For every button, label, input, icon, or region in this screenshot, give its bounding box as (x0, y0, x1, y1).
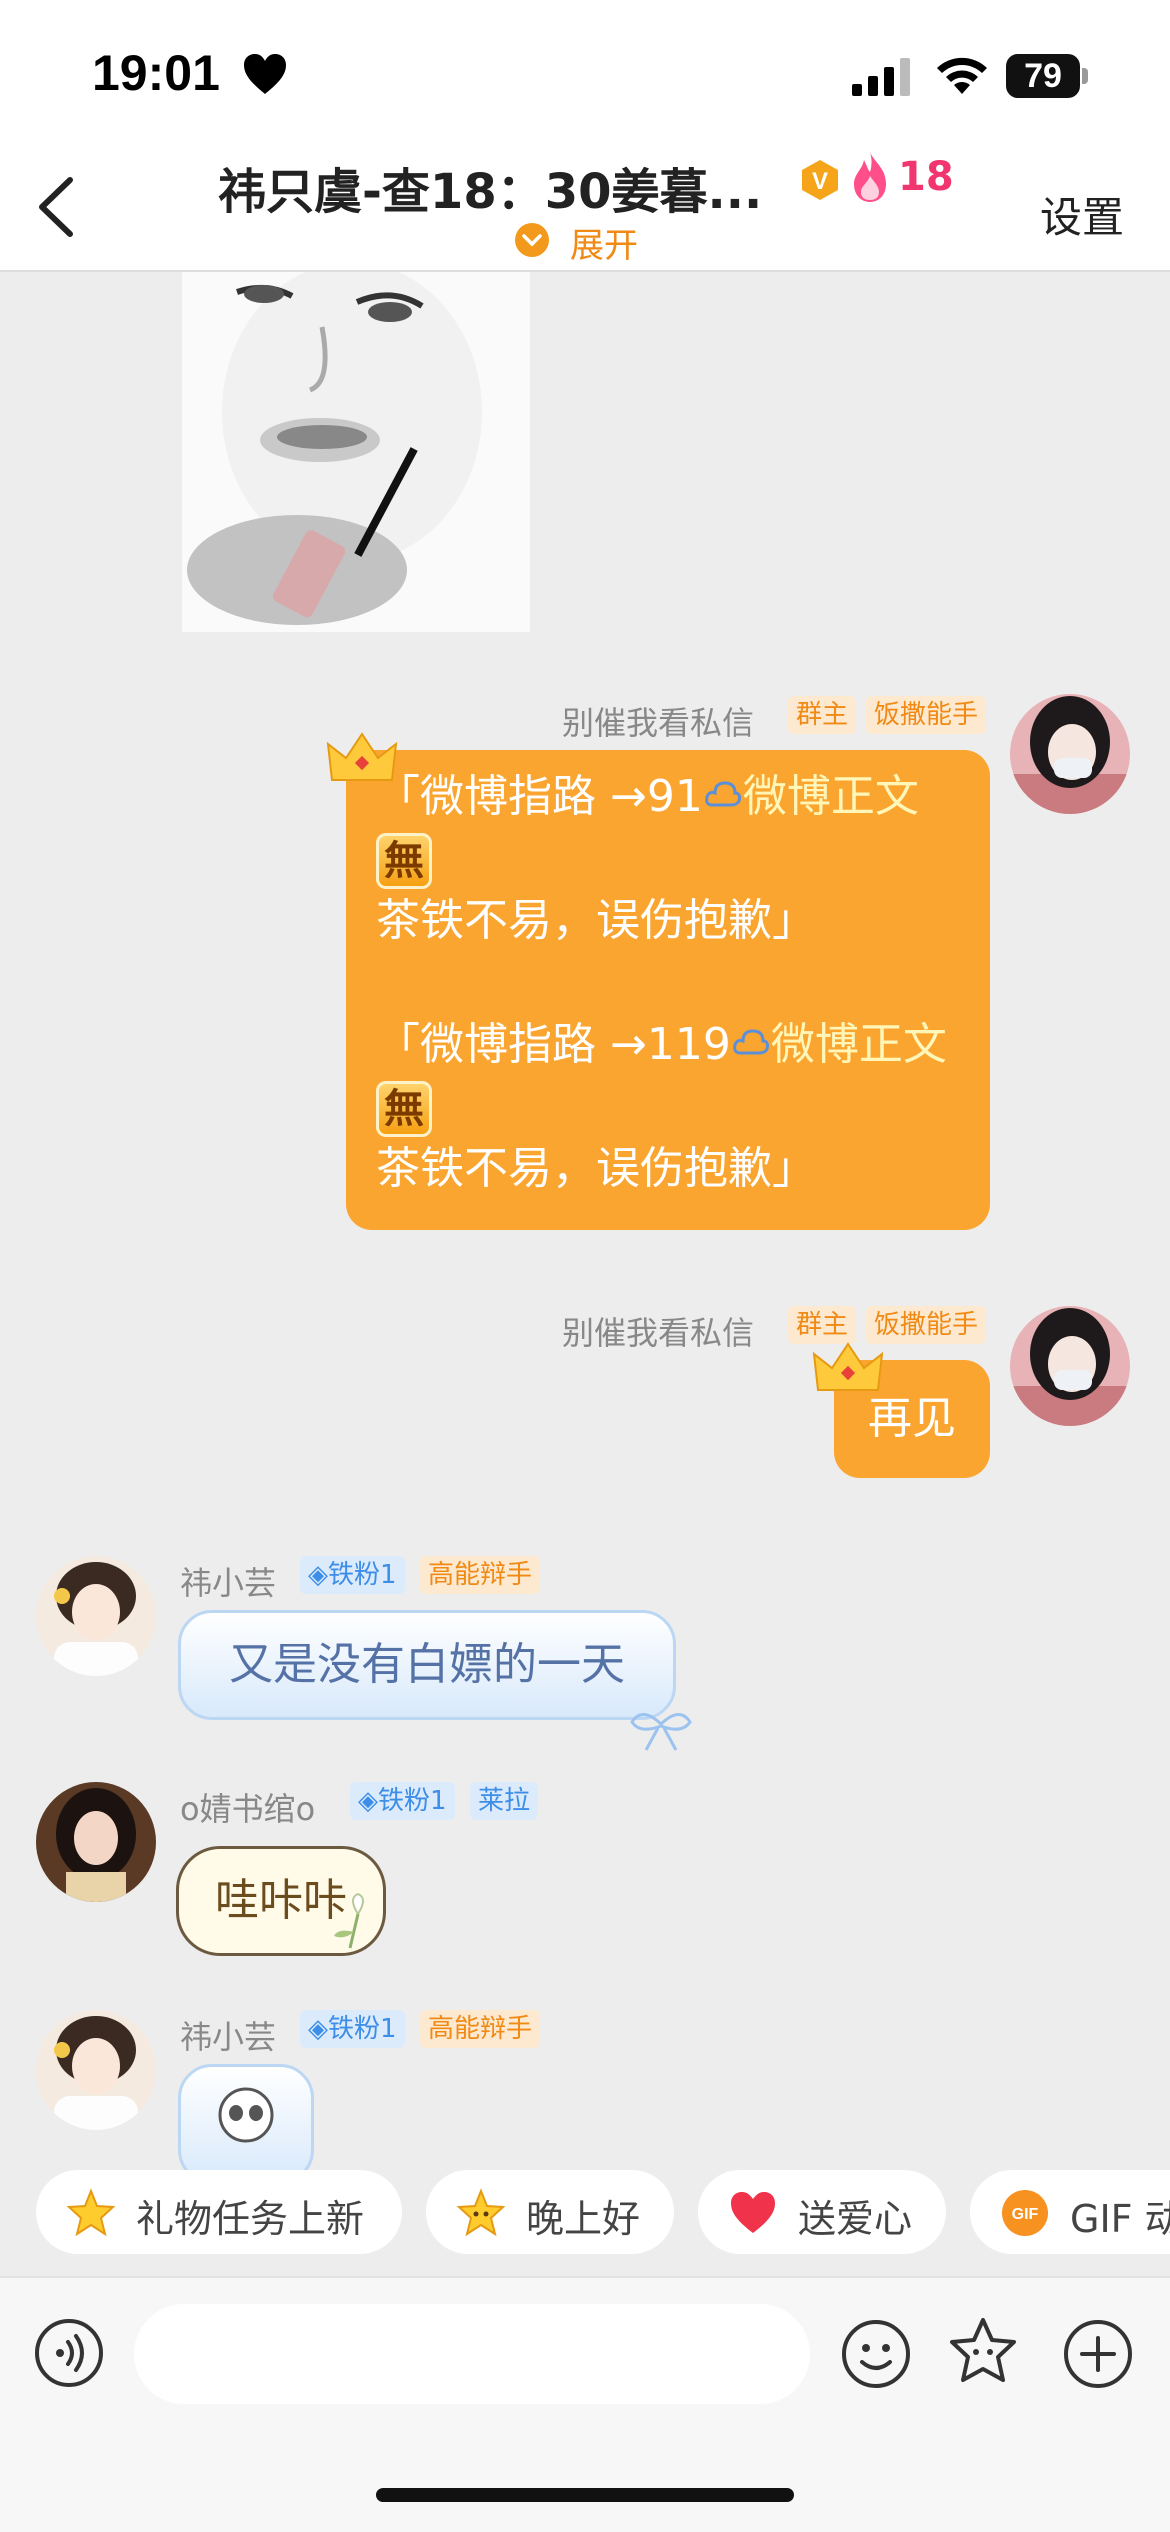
chip-label: 礼物任务上新 (136, 2197, 365, 2241)
group-title[interactable]: 祎只虞-查18：30姜暮... (218, 152, 798, 222)
sender-name: 祎小芸 (180, 2018, 277, 2056)
chat-header: 祎只虞-查18：30姜暮... V 18 展开 设置 (0, 150, 1170, 272)
message-line: 無 (376, 828, 990, 890)
gif-icon: GIF (1002, 2190, 1048, 2236)
quick-reply-bar: 礼物任务上新 晚上好 送爱心 GIF GIF 动 (0, 2150, 1170, 2280)
message-text: 又是没有白嫖的一天 (229, 1639, 625, 1690)
badge-tag: 莱拉 (470, 1782, 539, 1820)
battery-level: 79 (1024, 57, 1062, 95)
cloud-icon (704, 781, 741, 807)
weibo-link[interactable]: 微博正文 (771, 1019, 947, 1070)
wu-badge-icon: 無 (376, 833, 432, 889)
avatar[interactable] (1010, 694, 1130, 814)
avatar[interactable] (36, 1556, 156, 1676)
svg-text:V: V (812, 168, 828, 195)
voice-icon[interactable] (34, 2318, 104, 2388)
wu-badge-icon: 無 (376, 1081, 432, 1137)
heart-icon (244, 54, 286, 94)
message-line: 茶铁不易，误伤抱歉」 (376, 1143, 816, 1194)
back-icon[interactable] (28, 172, 88, 242)
sticker-image (218, 2087, 274, 2143)
weibo-link[interactable]: 微博正文 (743, 771, 919, 822)
fan-level-tag: ◈铁粉1 (350, 1782, 455, 1820)
meme-image (182, 272, 530, 632)
owner-tag: 群主 (788, 1306, 857, 1344)
wifi-icon (937, 57, 987, 94)
star-icon (66, 2188, 116, 2237)
message-text: 再见 (868, 1393, 956, 1444)
crown-icon (812, 1342, 884, 1391)
plus-icon[interactable] (1062, 2318, 1134, 2390)
cloud-icon (732, 1029, 769, 1055)
quick-reply-good-evening[interactable]: 晚上好 (426, 2170, 674, 2254)
battery-icon: 79 (1006, 54, 1088, 98)
chip-label: GIF 动 (1070, 2197, 1170, 2241)
fan-level-tag: ◈铁粉1 (300, 1556, 405, 1594)
quick-reply-send-heart[interactable]: 送爱心 (698, 2170, 946, 2254)
chat-messages[interactable]: 别催我看私信 群主 饭撒能手 「微博指路 →91 微博正文 無 茶铁不易，误伤抱歉… (0, 272, 1170, 2412)
avatar[interactable] (36, 2010, 156, 2130)
owner-tag: 群主 (788, 696, 857, 734)
diamond-icon: ◈ (308, 2014, 328, 2044)
message-bubble[interactable]: 又是没有白嫖的一天 (178, 1610, 676, 1720)
badge-tag: 高能辩手 (420, 1556, 541, 1594)
sender-name: 祎小芸 (180, 1564, 277, 1602)
svg-text:GIF: GIF (1012, 2206, 1039, 2223)
message-input[interactable] (134, 2304, 810, 2404)
status-bar: 19:01 79 (0, 0, 1170, 150)
avatar[interactable] (36, 1782, 156, 1902)
image-message[interactable] (182, 272, 530, 632)
chip-label: 送爱心 (798, 2197, 913, 2241)
bow-icon (630, 1713, 692, 1751)
chip-label: 晚上好 (526, 2197, 641, 2241)
fire-icon (854, 152, 886, 202)
badge-tag: 饭撒能手 (866, 1306, 987, 1344)
sender-name: 别催我看私信 (562, 704, 755, 742)
badge-tag: 饭撒能手 (866, 696, 987, 734)
signal-icon (852, 58, 910, 96)
message-line: 「微博指路 →119 微博正文 (376, 1019, 947, 1070)
sender-name: o婧书绾o (180, 1790, 316, 1828)
message-line: 無 (376, 1076, 990, 1138)
home-indicator[interactable] (376, 2488, 794, 2502)
verified-v-icon: V (802, 160, 838, 200)
emoji-icon[interactable] (840, 2318, 912, 2390)
message-bubble[interactable]: 「微博指路 →91 微博正文 無 茶铁不易，误伤抱歉」 「微博指路 →119 微博正… (346, 750, 990, 1230)
fan-level-tag: ◈铁粉1 (300, 2010, 405, 2048)
quick-reply-gif[interactable]: GIF GIF 动 (970, 2170, 1170, 2254)
star-face-icon (456, 2188, 506, 2237)
avatar[interactable] (1010, 1306, 1130, 1426)
settings-button[interactable]: 设置 (1040, 184, 1124, 245)
diamond-icon: ◈ (358, 1786, 378, 1816)
diamond-icon: ◈ (308, 1560, 328, 1590)
badge-tag: 高能辩手 (420, 2010, 541, 2048)
flower-icon (334, 1892, 364, 1949)
heart-icon (731, 2192, 775, 2233)
status-time: 19:01 (92, 45, 220, 101)
message-line (376, 952, 990, 1014)
chevron-down-icon[interactable] (514, 222, 550, 258)
fire-count: 18 (898, 154, 954, 200)
message-line: 「微博指路 →91 微博正文 (376, 771, 919, 822)
crown-icon (326, 732, 398, 781)
message-line: 茶铁不易，误伤抱歉」 (376, 895, 816, 946)
quick-reply-gift-task[interactable]: 礼物任务上新 (36, 2170, 402, 2254)
expand-button[interactable]: 展开 (570, 218, 638, 267)
sticker-icon[interactable] (946, 2316, 1020, 2390)
sender-name: 别催我看私信 (562, 1314, 755, 1352)
